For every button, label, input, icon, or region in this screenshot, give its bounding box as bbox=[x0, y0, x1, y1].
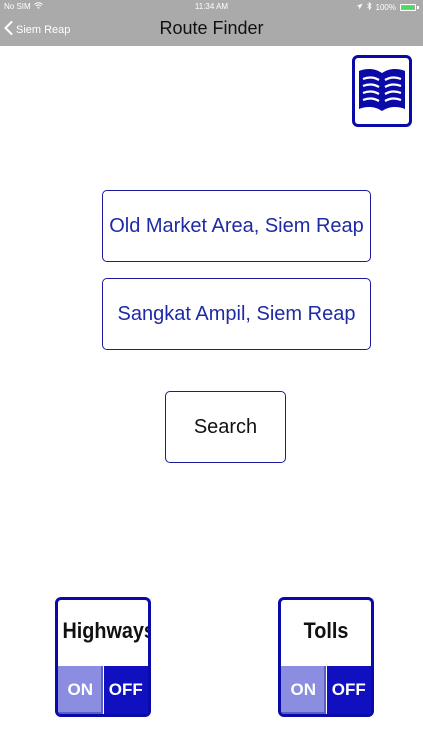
back-button[interactable]: Siem Reap bbox=[4, 14, 70, 46]
destination-field[interactable]: Sangkat Ampil, Siem Reap bbox=[102, 278, 371, 350]
tolls-on-button[interactable]: ON bbox=[281, 666, 327, 714]
origin-value: Old Market Area, Siem Reap bbox=[109, 214, 364, 237]
tolls-toggle-panel: Tolls ON OFF bbox=[278, 597, 374, 717]
highways-on-button[interactable]: ON bbox=[58, 666, 104, 714]
nav-bar: Siem Reap Route Finder bbox=[0, 14, 423, 46]
bluetooth-icon bbox=[366, 1, 372, 12]
highways-off-button[interactable]: OFF bbox=[103, 666, 148, 714]
book-icon bbox=[357, 65, 407, 118]
battery-tip bbox=[417, 5, 419, 9]
tolls-label: Tolls bbox=[303, 618, 349, 643]
chevron-left-icon bbox=[4, 20, 13, 38]
search-label: Search bbox=[193, 415, 258, 438]
location-arrow-icon bbox=[356, 3, 363, 12]
highways-label: Highways bbox=[62, 618, 151, 643]
origin-field[interactable]: Old Market Area, Siem Reap bbox=[102, 190, 371, 262]
guide-book-button[interactable] bbox=[352, 55, 412, 127]
search-button[interactable]: Search bbox=[165, 391, 286, 463]
battery-percent: 100% bbox=[375, 2, 396, 12]
tolls-off-button[interactable]: OFF bbox=[326, 666, 371, 714]
highways-switch: ON OFF bbox=[58, 666, 148, 714]
status-bar: No SIM 11:34 AM 100% bbox=[0, 0, 423, 14]
highways-toggle-panel: Highways ON OFF bbox=[55, 597, 151, 717]
tolls-switch: ON OFF bbox=[281, 666, 371, 714]
battery-icon bbox=[400, 3, 416, 11]
back-label: Siem Reap bbox=[16, 24, 71, 36]
destination-value: Sangkat Ampil, Siem Reap bbox=[117, 302, 356, 325]
status-right: 100% bbox=[356, 1, 419, 12]
